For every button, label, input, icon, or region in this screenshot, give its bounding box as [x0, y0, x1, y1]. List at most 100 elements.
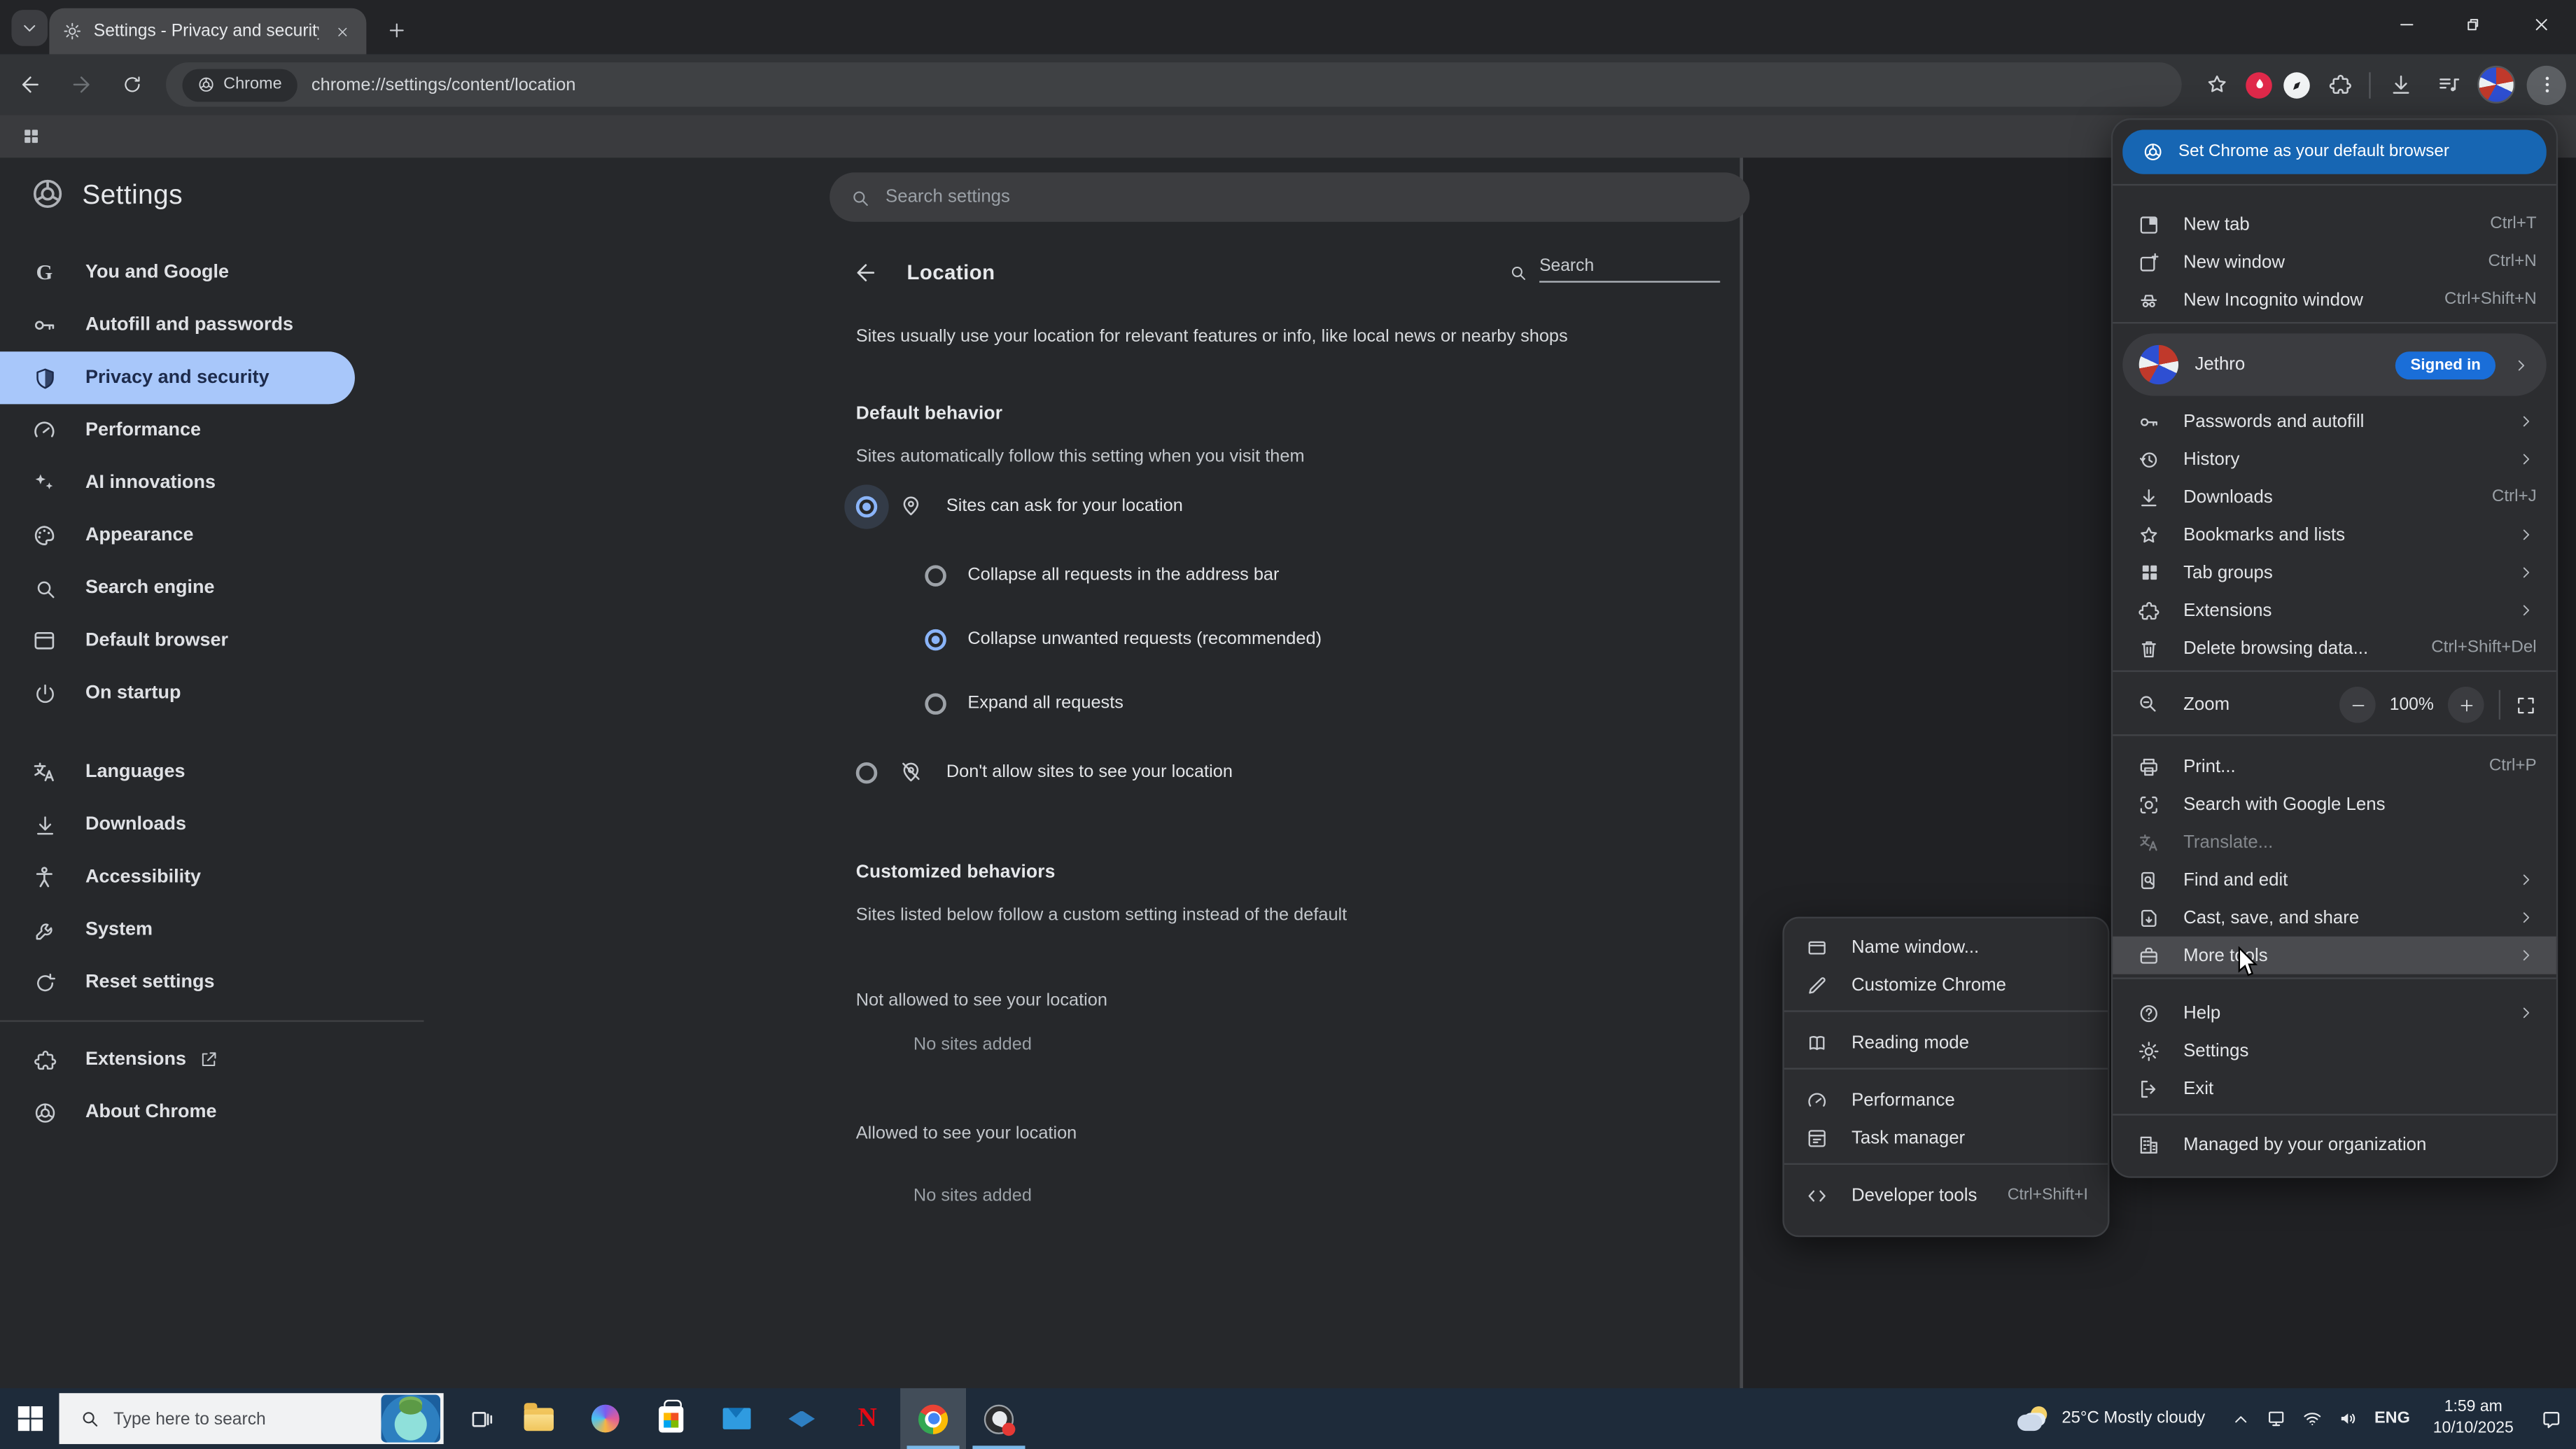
- zoom-out-button[interactable]: [2339, 687, 2376, 723]
- radio-expand-all[interactable]: Expand all requests: [925, 680, 1124, 727]
- browser-menu-button[interactable]: [2527, 65, 2566, 104]
- profile-avatar[interactable]: [2477, 66, 2515, 104]
- radio-collapse-unwanted[interactable]: Collapse unwanted requests (recommended): [925, 616, 1322, 662]
- window-restore-button[interactable]: [2444, 0, 2500, 49]
- downloads-button[interactable]: [2382, 66, 2418, 103]
- start-button[interactable]: [0, 1388, 59, 1449]
- submenu-item-customize-chrome[interactable]: Customize Chrome: [1784, 966, 2108, 1004]
- taskbar-netflix[interactable]: N: [834, 1388, 900, 1449]
- sidebar-item-autofill[interactable]: Autofill and passwords: [0, 299, 460, 351]
- taskbar-obs[interactable]: [966, 1388, 1032, 1449]
- radio-collapse-all[interactable]: Collapse all requests in the address bar: [925, 552, 1279, 598]
- forward-button[interactable]: [59, 63, 102, 106]
- submenu-item-reading-mode[interactable]: Reading mode: [1784, 1023, 2108, 1061]
- submenu-item-developer-tools[interactable]: Developer toolsCtrl+Shift+I: [1784, 1176, 2108, 1214]
- set-default-browser-banner[interactable]: Set Chrome as your default browser: [2122, 130, 2547, 174]
- tray-network-icon[interactable]: [2302, 1408, 2324, 1429]
- site-chip-label: Chrome: [223, 76, 281, 94]
- reload-button[interactable]: [110, 63, 153, 106]
- tab-search-button[interactable]: [11, 10, 48, 46]
- submenu-item-task-manager[interactable]: Task manager: [1784, 1119, 2108, 1156]
- action-center-button[interactable]: [2527, 1388, 2576, 1449]
- taskbar-microsoft-store[interactable]: [638, 1388, 704, 1449]
- tray-volume-icon[interactable]: [2338, 1408, 2360, 1429]
- radio-unselected[interactable]: [925, 564, 946, 586]
- menu-item-history[interactable]: History: [2113, 440, 2556, 478]
- menu-item-downloads[interactable]: DownloadsCtrl+J: [2113, 478, 2556, 516]
- site-chip[interactable]: Chrome: [183, 68, 297, 101]
- menu-item-find-and-edit[interactable]: Find and edit: [2113, 861, 2556, 899]
- search-highlight-image[interactable]: [381, 1395, 440, 1443]
- sidebar-item-search-engine[interactable]: Search engine: [0, 562, 460, 615]
- menu-item-passwords-autofill[interactable]: Passwords and autofill: [2113, 402, 2556, 440]
- sidebar-item-accessibility[interactable]: Accessibility: [0, 851, 460, 904]
- sidebar-item-privacy-security[interactable]: Privacy and security: [0, 351, 355, 404]
- tray-display-icon[interactable]: [2266, 1408, 2288, 1429]
- extension-compass-icon[interactable]: [2283, 71, 2310, 98]
- radio-unselected[interactable]: [925, 692, 946, 714]
- menu-item-new-window[interactable]: New windowCtrl+N: [2113, 243, 2556, 281]
- menu-item-more-tools[interactable]: More tools: [2113, 937, 2556, 974]
- sidebar-item-extensions[interactable]: Extensions: [0, 1033, 460, 1086]
- sidebar-item-you-and-google[interactable]: GYou and Google: [0, 246, 460, 299]
- window-minimize-button[interactable]: [2379, 0, 2435, 49]
- fullscreen-icon[interactable]: [2515, 694, 2537, 716]
- sidebar-item-reset-settings[interactable]: Reset settings: [0, 956, 460, 1009]
- sidebar-item-system[interactable]: System: [0, 904, 460, 956]
- radio-selected[interactable]: [856, 496, 878, 517]
- bookmark-star-button[interactable]: [2198, 66, 2234, 103]
- radio-dont-allow[interactable]: Don't allow sites to see your location: [856, 749, 1233, 795]
- sidebar-item-performance[interactable]: Performance: [0, 404, 460, 456]
- radio-selected[interactable]: [925, 629, 946, 650]
- tray-language[interactable]: ENG: [2374, 1410, 2410, 1428]
- radio-unselected[interactable]: [856, 762, 878, 783]
- menu-item-cast-save-share[interactable]: Cast, save, and share: [2113, 899, 2556, 937]
- menu-item-settings[interactable]: Settings: [2113, 1032, 2556, 1070]
- radio-sites-can-ask[interactable]: Sites can ask for your location: [856, 483, 1183, 529]
- menu-item-bookmarks-lists[interactable]: Bookmarks and lists: [2113, 516, 2556, 554]
- extensions-puzzle-button[interactable]: [2321, 66, 2358, 103]
- menu-item-help[interactable]: Help: [2113, 994, 2556, 1032]
- tab-close-icon[interactable]: [330, 20, 354, 43]
- taskbar-file-explorer[interactable]: [506, 1388, 572, 1449]
- back-arrow-icon[interactable]: [853, 260, 879, 286]
- sidebar-item-ai-innovations[interactable]: AI innovations: [0, 456, 460, 509]
- window-close-button[interactable]: [2514, 0, 2570, 49]
- active-tab[interactable]: Settings - Privacy and security: [49, 8, 366, 55]
- menu-item-print[interactable]: Print...Ctrl+P: [2113, 748, 2556, 785]
- sidebar-item-appearance[interactable]: Appearance: [0, 510, 460, 562]
- reading-list-button[interactable]: [2430, 66, 2466, 103]
- taskbar-app-shield[interactable]: [769, 1388, 834, 1449]
- back-button[interactable]: [8, 63, 51, 106]
- taskbar-search-box[interactable]: Type here to search: [59, 1393, 443, 1444]
- sidebar-item-languages[interactable]: Languages: [0, 746, 460, 799]
- sidebar-item-on-startup[interactable]: On startup: [0, 667, 460, 720]
- taskbar-copilot[interactable]: [572, 1388, 638, 1449]
- zoom-in-button[interactable]: [2448, 687, 2484, 723]
- taskbar-clock[interactable]: 1:59 am 10/10/2025: [2420, 1399, 2527, 1438]
- menu-item-new-incognito-window[interactable]: New Incognito windowCtrl+Shift+N: [2113, 281, 2556, 318]
- sidebar-item-downloads[interactable]: Downloads: [0, 799, 460, 851]
- tray-expand-icon[interactable]: [2232, 1409, 2251, 1429]
- menu-item-new-tab[interactable]: New tabCtrl+T: [2113, 205, 2556, 243]
- new-tab-button[interactable]: [379, 13, 412, 46]
- submenu-item-name-window[interactable]: Name window...: [1784, 928, 2108, 966]
- menu-item-tab-groups[interactable]: Tab groups: [2113, 554, 2556, 592]
- menu-item-delete-browsing-data[interactable]: Delete browsing data...Ctrl+Shift+Del: [2113, 629, 2556, 667]
- menu-item-exit[interactable]: Exit: [2113, 1070, 2556, 1107]
- menu-profile-row[interactable]: Jethro Signed in: [2122, 333, 2547, 396]
- sidebar-item-about-chrome[interactable]: About Chrome: [0, 1086, 460, 1138]
- submenu-item-performance[interactable]: Performance: [1784, 1081, 2108, 1119]
- taskbar-chrome[interactable]: [900, 1388, 966, 1449]
- apps-grid-icon[interactable]: [13, 118, 50, 155]
- task-view-button[interactable]: [456, 1388, 505, 1449]
- menu-item-managed[interactable]: Managed by your organization: [2113, 1126, 2556, 1163]
- taskbar-mail[interactable]: [703, 1388, 769, 1449]
- sidebar-item-default-browser[interactable]: Default browser: [0, 615, 460, 667]
- taskbar-weather[interactable]: 25°C Mostly cloudy: [2001, 1406, 2221, 1432]
- menu-item-extensions[interactable]: Extensions: [2113, 592, 2556, 629]
- extension-red-icon[interactable]: [2246, 71, 2272, 98]
- panel-search-field[interactable]: Search: [1508, 256, 1720, 283]
- address-bar[interactable]: Chrome chrome://settings/content/locatio…: [166, 62, 2182, 106]
- menu-item-google-lens[interactable]: Search with Google Lens: [2113, 785, 2556, 823]
